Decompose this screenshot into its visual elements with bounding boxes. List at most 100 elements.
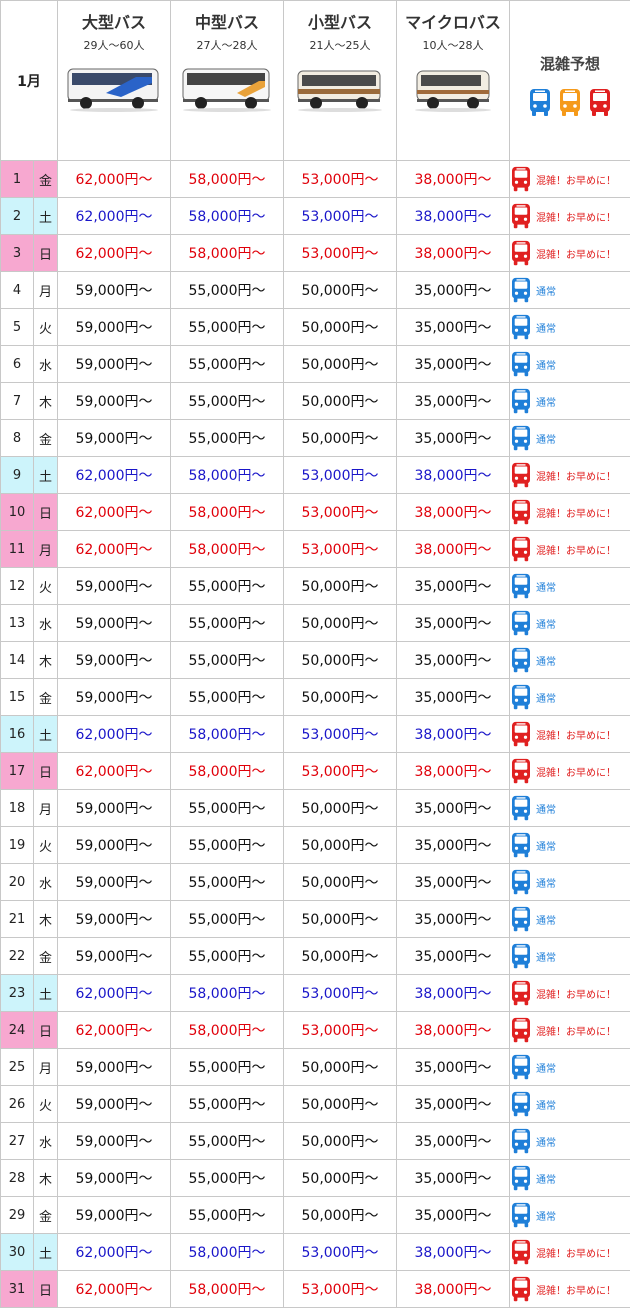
- medium-bus-header: 中型バス 27人～28人: [170, 0, 284, 161]
- table-row: 2 土 62,000円～ 58,000円～ 53,000円～ 38,000円～ 混雑！お早…: [0, 197, 630, 235]
- forecast-cell: 通常: [509, 641, 630, 679]
- small-bus-price: 50,000円～: [283, 641, 397, 679]
- table-row: 8 金 59,000円～ 55,000円～ 50,000円～ 35,000円～ 通常: [0, 419, 630, 457]
- day-number: 14: [0, 641, 34, 679]
- bus-icon-normal: [510, 351, 532, 378]
- day-number: 10: [0, 493, 34, 531]
- forecast-cell: 通常: [509, 271, 630, 309]
- small-bus-price: 50,000円～: [283, 1196, 397, 1234]
- large-bus-name: 大型バス: [81, 13, 146, 32]
- large-bus-price: 59,000円～: [57, 567, 171, 605]
- table-row: 31 日 62,000円～ 58,000円～ 53,000円～ 38,000円～ 混雑！お…: [0, 1270, 630, 1308]
- forecast-label: 混雑！お早めに！: [536, 989, 616, 1001]
- day-number: 17: [0, 752, 34, 790]
- medium-bus-price: 55,000円～: [170, 789, 284, 827]
- forecast-cell: 通常: [509, 1196, 630, 1234]
- table-row: 14 木 59,000円～ 55,000円～ 50,000円～ 35,000円～ 通常: [0, 641, 630, 679]
- medium-bus-price: 55,000円～: [170, 826, 284, 864]
- bus-icon-busy: [510, 1276, 532, 1303]
- medium-bus-price: 55,000円～: [170, 1196, 284, 1234]
- forecast-label: 通常: [536, 693, 556, 705]
- table-row: 28 木 59,000円～ 55,000円～ 50,000円～ 35,000円～ 通常: [0, 1159, 630, 1197]
- micro-bus-price: 35,000円～: [396, 345, 510, 383]
- large-bus-price: 59,000円～: [57, 826, 171, 864]
- table-row: 19 火 59,000円～ 55,000円～ 50,000円～ 35,000円～ 通常: [0, 826, 630, 864]
- forecast-legend: [510, 88, 630, 118]
- table-row: 15 金 59,000円～ 55,000円～ 50,000円～ 35,000円～ 通常: [0, 678, 630, 716]
- medium-bus-price: 58,000円～: [170, 197, 284, 235]
- micro-bus-price: 38,000円～: [396, 456, 510, 494]
- day-number: 24: [0, 1011, 34, 1049]
- table-row: 5 火 59,000円～ 55,000円～ 50,000円～ 35,000円～ 通常: [0, 308, 630, 346]
- medium-bus-price: 58,000円～: [170, 974, 284, 1012]
- bus-icon-busy: [510, 462, 532, 489]
- table-row: 1 金 62,000円～ 58,000円～ 53,000円～ 38,000円～ 混雑！お早…: [0, 160, 630, 198]
- large-bus-price: 59,000円～: [57, 308, 171, 346]
- forecast-label: 通常: [536, 1100, 556, 1112]
- day-number: 4: [0, 271, 34, 309]
- forecast-label: 通常: [536, 619, 556, 631]
- large-bus-price: 62,000円～: [57, 456, 171, 494]
- medium-bus-name: 中型バス: [194, 13, 259, 32]
- day-number: 19: [0, 826, 34, 864]
- small-bus-price: 53,000円～: [283, 530, 397, 568]
- micro-bus-price: 38,000円～: [396, 1011, 510, 1049]
- forecast-cell: 混雑！お早めに！: [509, 197, 630, 235]
- large-bus-price: 59,000円～: [57, 604, 171, 642]
- forecast-label: 混雑！お早めに！: [536, 212, 616, 224]
- forecast-label: 通常: [536, 915, 556, 927]
- bus-icon-normal: [510, 1128, 532, 1155]
- day-number: 6: [0, 345, 34, 383]
- forecast-cell: 混雑！お早めに！: [509, 1233, 630, 1271]
- day-number: 18: [0, 789, 34, 827]
- forecast-cell: 通常: [509, 308, 630, 346]
- small-bus-header: 小型バス 21人～25人: [283, 0, 397, 161]
- weekday: 土: [33, 197, 58, 235]
- weekday: 木: [33, 1159, 58, 1197]
- small-bus-price: 50,000円～: [283, 1122, 397, 1160]
- medium-bus-price: 55,000円～: [170, 308, 284, 346]
- micro-bus-price: 38,000円～: [396, 1233, 510, 1271]
- forecast-cell: 混雑！お早めに！: [509, 234, 630, 272]
- table-row: 13 水 59,000円～ 55,000円～ 50,000円～ 35,000円～ 通常: [0, 604, 630, 642]
- forecast-cell: 通常: [509, 826, 630, 864]
- micro-bus-price: 35,000円～: [396, 1122, 510, 1160]
- weekday: 土: [33, 974, 58, 1012]
- header-row: 1月 大型バス 29人～60人 中型バス 27人～28人 小型バス 21人～25…: [0, 0, 630, 161]
- table-row: 26 火 59,000円～ 55,000円～ 50,000円～ 35,000円～ 通常: [0, 1085, 630, 1123]
- large-bus-price: 59,000円～: [57, 1196, 171, 1234]
- small-bus-price: 50,000円～: [283, 900, 397, 938]
- weekday: 水: [33, 604, 58, 642]
- day-number: 12: [0, 567, 34, 605]
- forecast-label: 通常: [536, 582, 556, 594]
- bus-icon-busy: [510, 1017, 532, 1044]
- weekday: 金: [33, 160, 58, 198]
- micro-bus-price: 35,000円～: [396, 937, 510, 975]
- micro-bus-price: 38,000円～: [396, 530, 510, 568]
- day-number: 3: [0, 234, 34, 272]
- weekday: 金: [33, 678, 58, 716]
- table-row: 6 水 59,000円～ 55,000円～ 50,000円～ 35,000円～ 通常: [0, 345, 630, 383]
- table-row: 4 月 59,000円～ 55,000円～ 50,000円～ 35,000円～ 通常: [0, 271, 630, 309]
- bus-icon-busy: [510, 758, 532, 785]
- micro-bus-price: 35,000円～: [396, 419, 510, 457]
- forecast-label: 混雑！お早めに！: [536, 508, 616, 520]
- micro-bus-header: マイクロバス 10人～28人: [396, 0, 510, 161]
- weekday: 水: [33, 345, 58, 383]
- medium-bus-price: 58,000円～: [170, 1011, 284, 1049]
- medium-bus-price: 58,000円～: [170, 456, 284, 494]
- table-row: 9 土 62,000円～ 58,000円～ 53,000円～ 38,000円～ 混雑！お早…: [0, 456, 630, 494]
- bus-icon-normal: [510, 314, 532, 341]
- small-bus-price: 53,000円～: [283, 234, 397, 272]
- forecast-label: 通常: [536, 286, 556, 298]
- large-bus-price: 59,000円～: [57, 937, 171, 975]
- bus-icon-busy: [510, 980, 532, 1007]
- small-bus-price: 50,000円～: [283, 271, 397, 309]
- micro-bus-price: 38,000円～: [396, 974, 510, 1012]
- large-bus-price: 59,000円～: [57, 1122, 171, 1160]
- forecast-cell: 混雑！お早めに！: [509, 752, 630, 790]
- day-number: 7: [0, 382, 34, 420]
- forecast-cell: 通常: [509, 789, 630, 827]
- day-number: 25: [0, 1048, 34, 1086]
- micro-bus-image: [415, 70, 491, 112]
